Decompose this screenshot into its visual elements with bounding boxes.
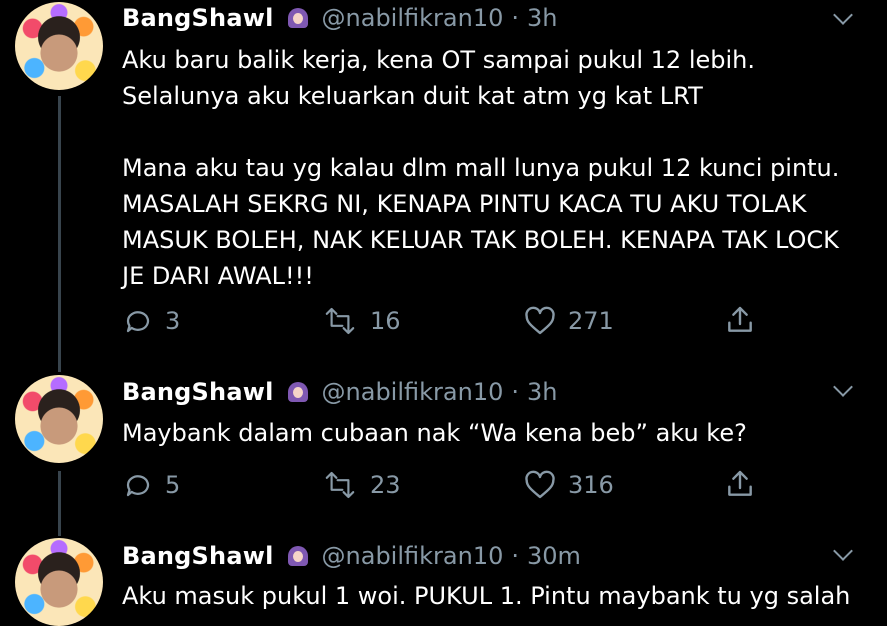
tweet-header: BangShawl @nabilfikran10 · 30m bbox=[122, 541, 581, 571]
user-handle[interactable]: @nabilfikran10 bbox=[322, 378, 504, 406]
share-icon bbox=[728, 306, 752, 332]
chevron-down-icon[interactable] bbox=[833, 377, 853, 397]
retweet-button[interactable]: 23 bbox=[322, 470, 401, 500]
reply-count: 5 bbox=[165, 471, 181, 499]
user-handle[interactable]: @nabilfikran10 bbox=[322, 4, 504, 32]
tweet-text: Aku baru balik kerja, kena OT sampai puk… bbox=[122, 46, 840, 290]
tweet-1[interactable]: BangShawl @nabilfikran10 · 3h Aku baru b… bbox=[0, 0, 887, 365]
avatar[interactable] bbox=[15, 2, 103, 90]
heart-icon bbox=[525, 470, 555, 499]
reply-button[interactable]: 3 bbox=[123, 306, 180, 336]
headscarf-emoji-icon bbox=[287, 8, 308, 28]
chevron-down-icon[interactable] bbox=[833, 5, 853, 25]
separator-dot: · bbox=[511, 542, 519, 570]
retweet-count: 16 bbox=[370, 307, 401, 335]
retweet-icon bbox=[325, 307, 355, 335]
reply-icon bbox=[126, 311, 150, 333]
heart-icon bbox=[525, 306, 555, 335]
like-count: 271 bbox=[568, 307, 614, 335]
display-name[interactable]: BangShawl bbox=[122, 542, 274, 570]
separator-dot: · bbox=[511, 4, 519, 32]
reply-count: 3 bbox=[165, 307, 181, 335]
chevron-down-icon[interactable] bbox=[833, 541, 853, 561]
tweet-text: Aku masuk pukul 1 woi. PUKUL 1. Pintu ma… bbox=[122, 582, 851, 610]
tweet-header: BangShawl @nabilfikran10 · 3h bbox=[122, 377, 557, 407]
retweet-icon bbox=[325, 471, 355, 499]
avatar[interactable] bbox=[15, 375, 103, 463]
retweet-count: 23 bbox=[370, 471, 401, 499]
headscarf-emoji-icon bbox=[287, 382, 308, 402]
tweet-header: BangShawl @nabilfikran10 · 3h bbox=[122, 3, 557, 33]
reply-icon bbox=[126, 475, 150, 497]
reply-button[interactable]: 5 bbox=[123, 470, 180, 500]
tweet-2[interactable]: BangShawl @nabilfikran10 · 3h Maybank da… bbox=[0, 366, 887, 536]
like-count: 316 bbox=[568, 471, 614, 499]
share-button[interactable] bbox=[724, 468, 756, 500]
headscarf-emoji-icon bbox=[287, 546, 308, 566]
user-handle[interactable]: @nabilfikran10 bbox=[322, 542, 504, 570]
avatar[interactable] bbox=[15, 538, 103, 626]
tweet-text: Maybank dalam cubaan nak “Wa kena beb” a… bbox=[122, 419, 747, 447]
timestamp[interactable]: 3h bbox=[527, 378, 557, 406]
like-button[interactable]: 316 bbox=[524, 470, 614, 500]
timestamp[interactable]: 3h bbox=[527, 4, 557, 32]
share-icon bbox=[728, 470, 752, 496]
retweet-button[interactable]: 16 bbox=[322, 306, 401, 336]
share-button[interactable] bbox=[724, 304, 756, 336]
timestamp[interactable]: 30m bbox=[527, 542, 581, 570]
like-button[interactable]: 271 bbox=[524, 306, 614, 336]
tweet-3[interactable]: BangShawl @nabilfikran10 · 30m Aku masuk… bbox=[0, 536, 887, 626]
separator-dot: · bbox=[511, 378, 519, 406]
display-name[interactable]: BangShawl bbox=[122, 4, 274, 32]
display-name[interactable]: BangShawl bbox=[122, 378, 274, 406]
